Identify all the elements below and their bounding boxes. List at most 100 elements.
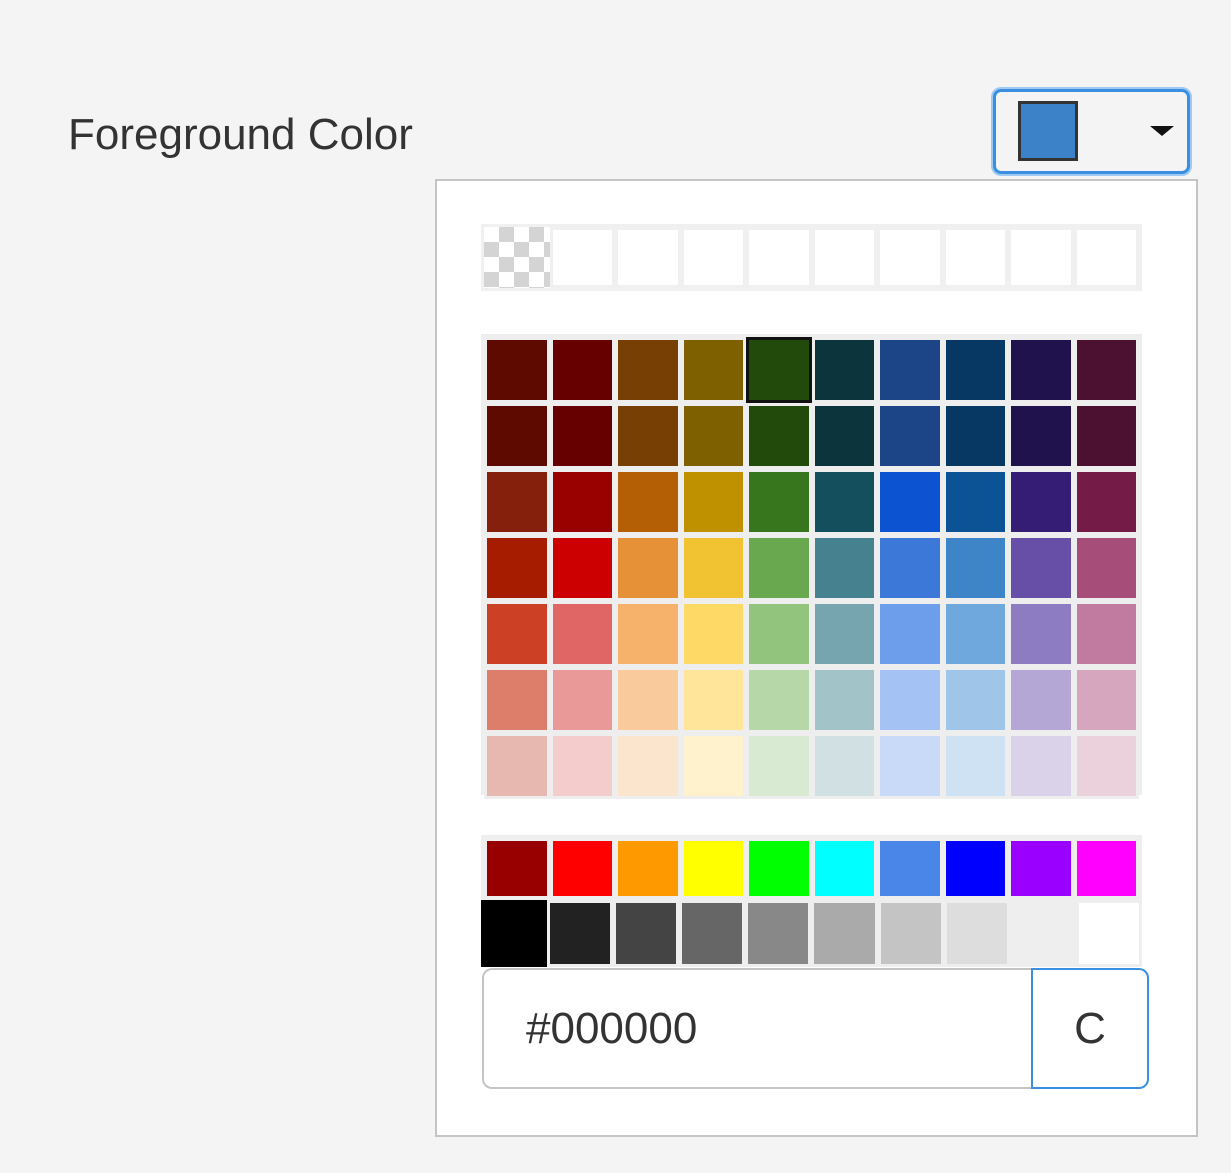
palette-color-swatch[interactable] — [746, 667, 812, 733]
standard-color-swatch[interactable] — [615, 838, 681, 899]
palette-color-swatch[interactable] — [1073, 337, 1139, 403]
palette-color-swatch[interactable] — [811, 469, 877, 535]
palette-color-swatch[interactable] — [942, 667, 1008, 733]
recent-color-swatch[interactable] — [1073, 227, 1139, 288]
recent-color-swatch[interactable] — [1008, 227, 1074, 288]
standard-color-swatch[interactable] — [942, 838, 1008, 899]
palette-color-swatch[interactable] — [615, 535, 681, 601]
hex-apply-button[interactable]: C — [1031, 968, 1149, 1089]
gray-color-swatch[interactable] — [811, 900, 878, 967]
palette-color-swatch[interactable] — [549, 601, 615, 667]
recent-color-swatch[interactable] — [877, 227, 943, 288]
palette-color-swatch[interactable] — [877, 403, 943, 469]
recent-color-swatch[interactable] — [549, 227, 615, 288]
palette-color-swatch[interactable] — [811, 535, 877, 601]
standard-color-swatch[interactable] — [811, 838, 877, 899]
palette-color-swatch[interactable] — [877, 535, 943, 601]
recent-color-swatch[interactable] — [680, 227, 746, 288]
palette-color-swatch[interactable] — [1008, 403, 1074, 469]
palette-color-swatch[interactable] — [549, 535, 615, 601]
standard-color-swatch[interactable] — [1073, 838, 1139, 899]
palette-color-swatch[interactable] — [1073, 667, 1139, 733]
gray-color-swatch[interactable] — [1075, 900, 1142, 967]
palette-color-swatch[interactable] — [484, 469, 550, 535]
gray-color-swatch[interactable] — [679, 900, 746, 967]
palette-color-swatch[interactable] — [615, 601, 681, 667]
palette-color-swatch[interactable] — [877, 469, 943, 535]
palette-color-swatch[interactable] — [615, 337, 681, 403]
palette-color-swatch[interactable] — [811, 601, 877, 667]
palette-color-swatch[interactable] — [746, 733, 812, 799]
palette-color-swatch[interactable] — [877, 733, 943, 799]
hex-color-input[interactable] — [482, 968, 1031, 1089]
standard-color-swatch[interactable] — [549, 838, 615, 899]
palette-color-swatch[interactable] — [484, 733, 550, 799]
palette-color-swatch[interactable] — [615, 667, 681, 733]
palette-color-swatch[interactable] — [746, 337, 812, 403]
palette-color-swatch[interactable] — [746, 469, 812, 535]
gray-color-swatch[interactable] — [481, 900, 548, 967]
palette-color-swatch[interactable] — [484, 667, 550, 733]
gray-color-swatch[interactable] — [1009, 900, 1076, 967]
gray-color-swatch[interactable] — [943, 900, 1010, 967]
palette-color-swatch[interactable] — [877, 601, 943, 667]
palette-color-swatch[interactable] — [484, 403, 550, 469]
palette-color-swatch[interactable] — [549, 667, 615, 733]
palette-color-swatch[interactable] — [811, 733, 877, 799]
palette-color-swatch[interactable] — [942, 535, 1008, 601]
palette-color-swatch[interactable] — [680, 337, 746, 403]
palette-color-swatch[interactable] — [942, 733, 1008, 799]
palette-color-swatch[interactable] — [746, 601, 812, 667]
palette-color-swatch[interactable] — [1073, 601, 1139, 667]
gray-color-swatch[interactable] — [745, 900, 812, 967]
palette-color-swatch[interactable] — [1008, 469, 1074, 535]
palette-color-swatch[interactable] — [549, 733, 615, 799]
palette-color-swatch[interactable] — [1073, 403, 1139, 469]
standard-color-swatch[interactable] — [746, 838, 812, 899]
palette-color-swatch[interactable] — [811, 403, 877, 469]
palette-color-swatch[interactable] — [746, 535, 812, 601]
palette-color-swatch[interactable] — [877, 337, 943, 403]
recent-color-swatch[interactable] — [811, 227, 877, 288]
palette-color-swatch[interactable] — [1008, 337, 1074, 403]
palette-color-swatch[interactable] — [680, 733, 746, 799]
standard-color-swatch[interactable] — [877, 838, 943, 899]
standard-color-swatch[interactable] — [484, 838, 550, 899]
recent-color-swatch[interactable] — [942, 227, 1008, 288]
transparent-swatch[interactable] — [484, 227, 550, 288]
palette-color-swatch[interactable] — [680, 535, 746, 601]
palette-color-swatch[interactable] — [746, 403, 812, 469]
palette-color-swatch[interactable] — [549, 469, 615, 535]
palette-color-swatch[interactable] — [1073, 733, 1139, 799]
standard-color-swatch[interactable] — [680, 838, 746, 899]
palette-color-swatch[interactable] — [484, 337, 550, 403]
palette-color-swatch[interactable] — [549, 403, 615, 469]
palette-color-swatch[interactable] — [942, 403, 1008, 469]
palette-color-swatch[interactable] — [680, 601, 746, 667]
palette-color-swatch[interactable] — [942, 601, 1008, 667]
palette-color-swatch[interactable] — [615, 733, 681, 799]
palette-color-swatch[interactable] — [1008, 601, 1074, 667]
color-picker-button[interactable] — [993, 89, 1190, 174]
gray-color-swatch[interactable] — [877, 900, 944, 967]
palette-color-swatch[interactable] — [811, 667, 877, 733]
palette-color-swatch[interactable] — [1008, 733, 1074, 799]
palette-color-swatch[interactable] — [877, 667, 943, 733]
palette-color-swatch[interactable] — [942, 337, 1008, 403]
gray-color-swatch[interactable] — [613, 900, 680, 967]
palette-color-swatch[interactable] — [1008, 535, 1074, 601]
recent-color-swatch[interactable] — [746, 227, 812, 288]
standard-color-swatch[interactable] — [1008, 838, 1074, 899]
palette-color-swatch[interactable] — [680, 403, 746, 469]
palette-color-swatch[interactable] — [811, 337, 877, 403]
recent-color-swatch[interactable] — [615, 227, 681, 288]
palette-color-swatch[interactable] — [680, 469, 746, 535]
palette-color-swatch[interactable] — [549, 337, 615, 403]
palette-color-swatch[interactable] — [942, 469, 1008, 535]
palette-color-swatch[interactable] — [1073, 535, 1139, 601]
gray-color-swatch[interactable] — [547, 900, 614, 967]
palette-color-swatch[interactable] — [1073, 469, 1139, 535]
palette-color-swatch[interactable] — [484, 601, 550, 667]
palette-color-swatch[interactable] — [615, 403, 681, 469]
palette-color-swatch[interactable] — [484, 535, 550, 601]
